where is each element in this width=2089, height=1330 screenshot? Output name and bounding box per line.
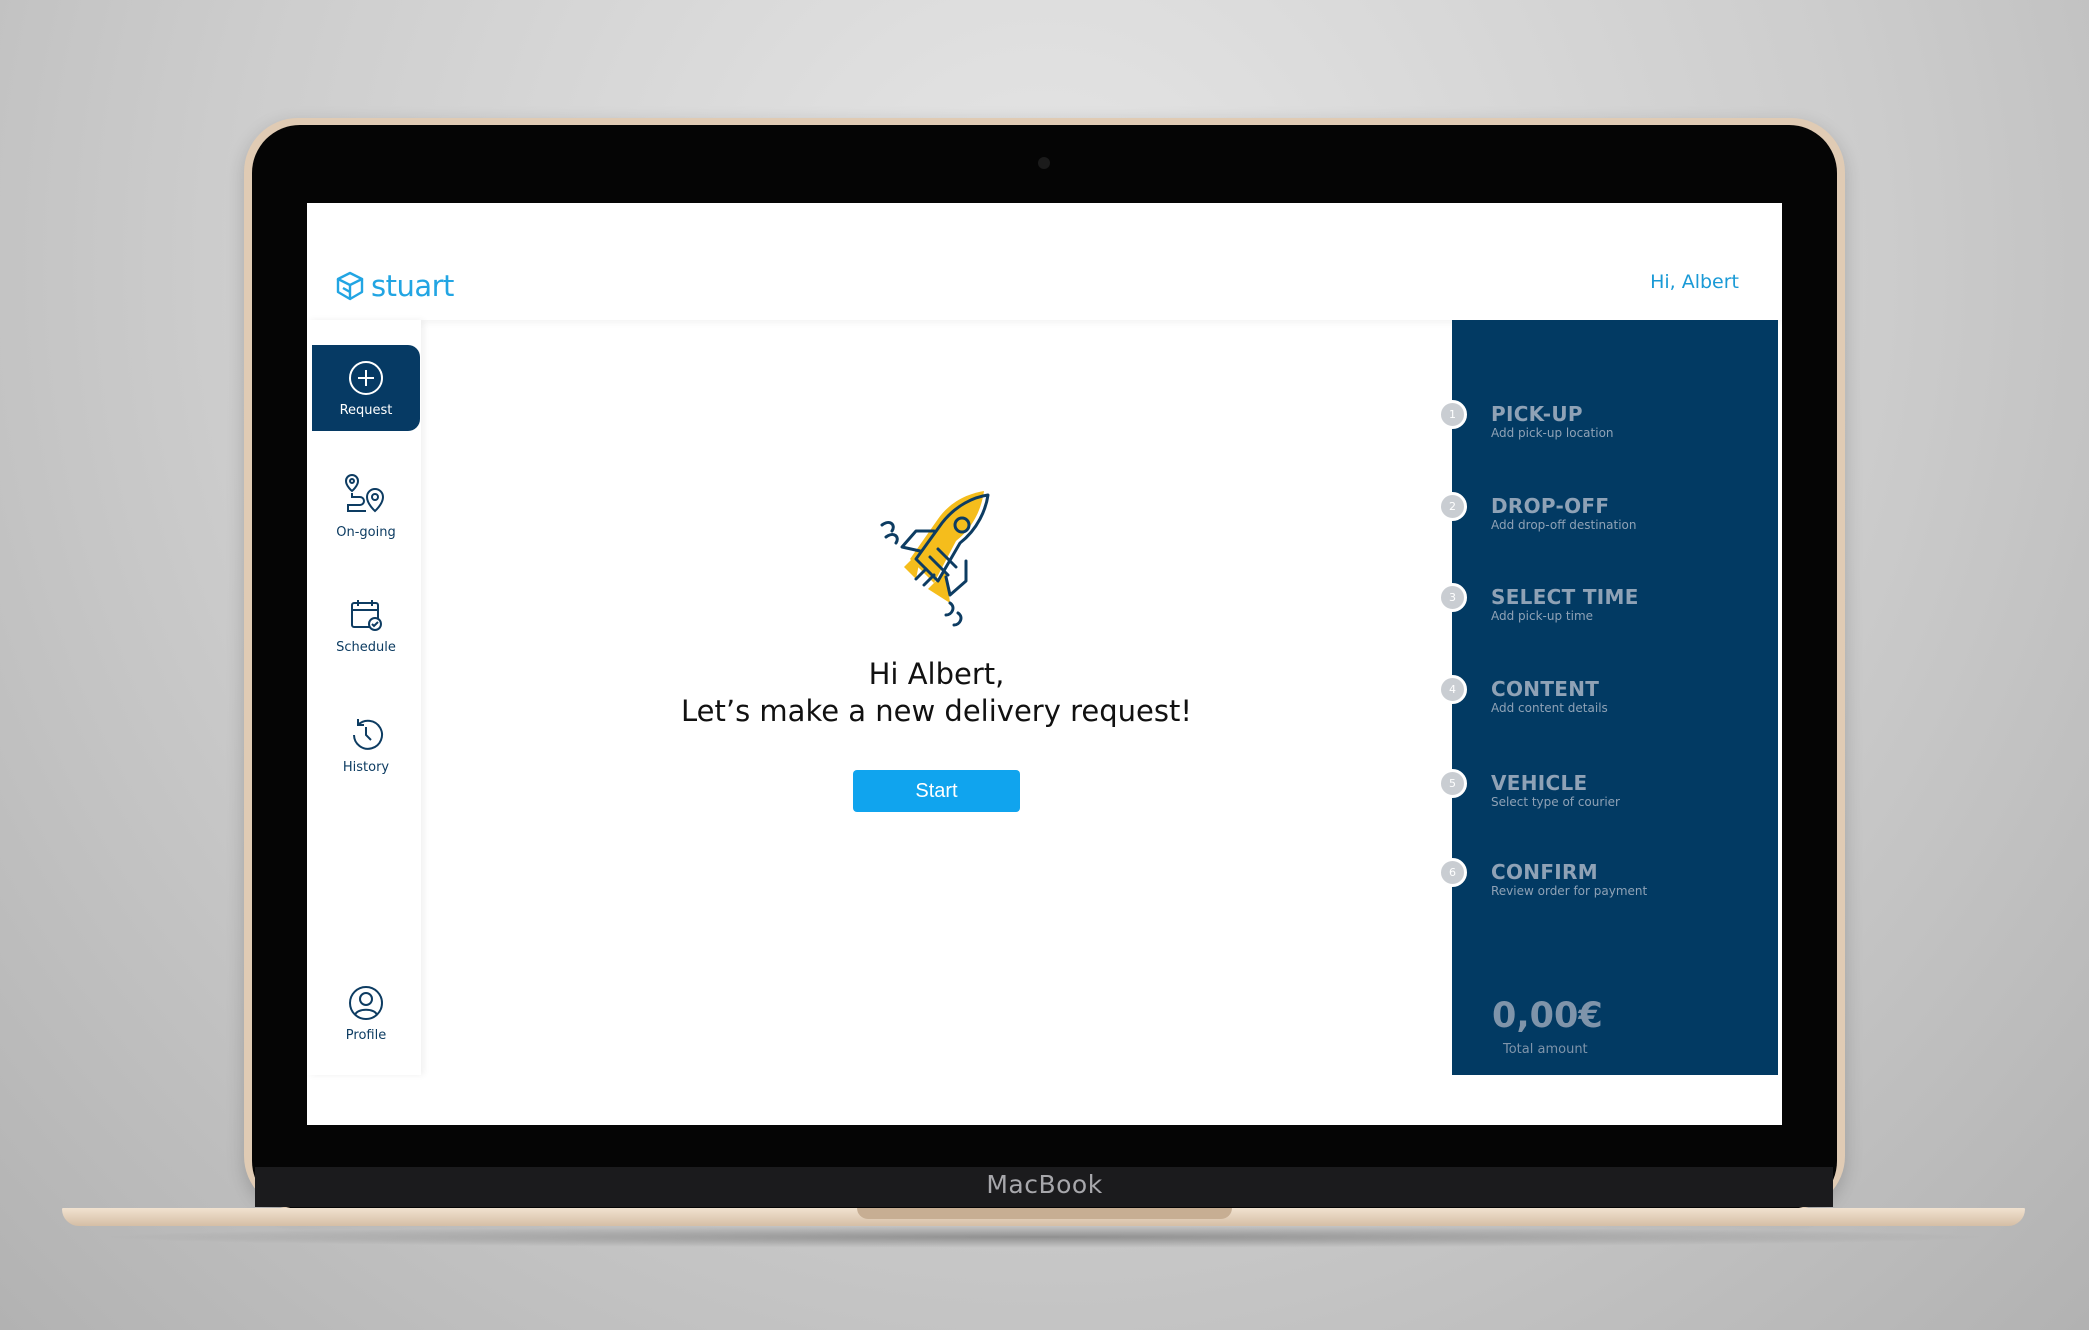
stuart-logo-icon xyxy=(336,271,364,301)
step-title: DROP-OFF xyxy=(1491,494,1610,518)
laptop-base-notch xyxy=(857,1208,1232,1219)
total-amount-label: Total amount xyxy=(1503,1042,1588,1057)
step-pick-up[interactable]: 1 PICK-UP Add pick-up location xyxy=(1438,400,1778,460)
camera-icon xyxy=(1038,157,1050,169)
user-icon xyxy=(349,985,383,1020)
step-title: SELECT TIME xyxy=(1491,585,1639,609)
sidebar-nav: Request On-going Schedule History Profil… xyxy=(307,320,421,1075)
plus-circle-icon xyxy=(349,360,383,395)
step-title: CONFIRM xyxy=(1491,860,1598,884)
welcome-line-1: Hi Albert, xyxy=(868,657,1005,691)
sidebar-item-profile[interactable]: Profile xyxy=(312,970,420,1056)
logo-text: stuart xyxy=(371,269,454,303)
device-brand-label: MacBook xyxy=(986,1170,1103,1199)
step-number: 1 xyxy=(1438,400,1467,429)
welcome-line-2: Let’s make a new delivery request! xyxy=(681,694,1192,728)
sidebar-item-schedule[interactable]: Schedule xyxy=(312,582,420,668)
step-drop-off[interactable]: 2 DROP-OFF Add drop-off destination xyxy=(1438,492,1778,552)
sidebar-item-label: Schedule xyxy=(336,639,396,655)
step-number: 2 xyxy=(1438,492,1467,521)
step-vehicle[interactable]: 5 VEHICLE Select type of courier xyxy=(1438,769,1778,829)
step-select-time[interactable]: 3 SELECT TIME Add pick-up time xyxy=(1438,583,1778,643)
rocket-icon xyxy=(880,491,990,627)
step-subtitle: Add content details xyxy=(1491,701,1608,715)
step-subtitle: Add drop-off destination xyxy=(1491,518,1637,532)
step-subtitle: Add pick-up time xyxy=(1491,609,1594,623)
step-content[interactable]: 4 CONTENT Add content details xyxy=(1438,675,1778,735)
sidebar-item-label: On-going xyxy=(336,524,396,540)
step-number: 5 xyxy=(1438,769,1467,798)
step-number: 4 xyxy=(1438,675,1467,704)
sidebar-item-request[interactable]: Request xyxy=(312,345,420,431)
step-title: VEHICLE xyxy=(1491,771,1588,795)
history-clock-icon xyxy=(353,718,383,750)
sidebar-item-label: Request xyxy=(339,402,393,418)
app-screen: stuart Hi, Albert Request On-going Sched… xyxy=(307,203,1782,1125)
start-button[interactable]: Start xyxy=(853,770,1020,812)
step-number: 3 xyxy=(1438,583,1467,612)
step-confirm[interactable]: 6 CONFIRM Review order for payment xyxy=(1438,858,1778,918)
sidebar-item-history[interactable]: History xyxy=(312,702,420,788)
step-title: PICK-UP xyxy=(1491,402,1583,426)
user-greeting[interactable]: Hi, Albert xyxy=(1650,271,1739,293)
calendar-check-icon xyxy=(351,599,382,631)
step-subtitle: Review order for payment xyxy=(1491,884,1648,898)
total-amount: 0,00€ xyxy=(1492,996,1603,1036)
welcome-message: Hi Albert, Let’s make a new delivery req… xyxy=(421,656,1452,730)
route-pin-icon xyxy=(344,473,385,512)
step-subtitle: Add pick-up location xyxy=(1491,426,1614,440)
stuart-logo[interactable]: stuart xyxy=(335,269,454,303)
sidebar-item-on-going[interactable]: On-going xyxy=(312,462,420,548)
steps-panel: 1 PICK-UP Add pick-up location 2 DROP-OF… xyxy=(1438,320,1778,1075)
step-title: CONTENT xyxy=(1491,677,1600,701)
sidebar-item-label: History xyxy=(342,759,390,775)
step-subtitle: Select type of courier xyxy=(1491,795,1620,809)
top-bar: stuart Hi, Albert xyxy=(307,203,1782,320)
step-number: 6 xyxy=(1438,858,1467,887)
laptop-shadow xyxy=(90,1226,1999,1248)
sidebar-item-label: Profile xyxy=(345,1027,387,1043)
main-content: Hi Albert, Let’s make a new delivery req… xyxy=(421,320,1452,1075)
